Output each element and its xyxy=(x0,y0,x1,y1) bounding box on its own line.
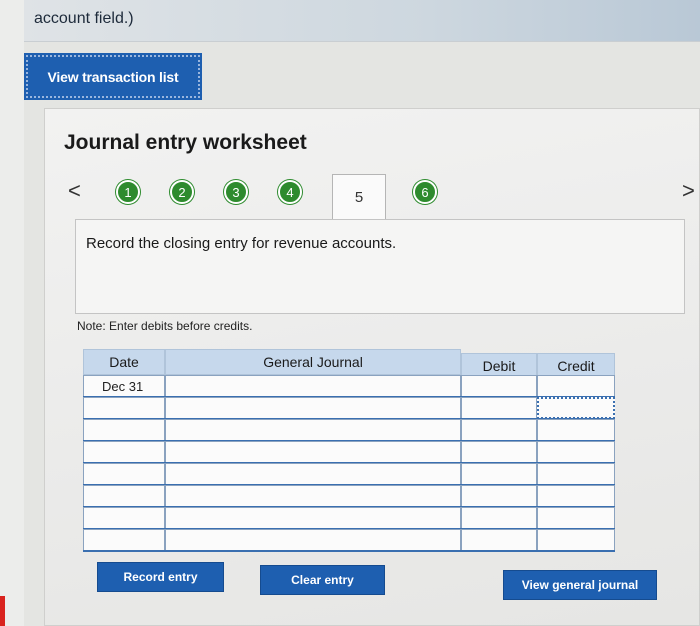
left-marker xyxy=(0,596,5,626)
debit-input[interactable] xyxy=(461,375,537,397)
note-text: Note: Enter debits before credits. xyxy=(77,319,253,333)
account-input[interactable] xyxy=(165,507,461,529)
instructions-strip: account field.) xyxy=(24,0,700,42)
date-cell[interactable]: Dec 31 xyxy=(83,375,165,397)
record-entry-button[interactable]: Record entry xyxy=(97,562,224,592)
debit-input[interactable] xyxy=(461,441,537,463)
worksheet-title: Journal entry worksheet xyxy=(64,131,307,154)
account-input[interactable] xyxy=(165,397,461,419)
row-divider xyxy=(83,550,615,552)
credit-input[interactable] xyxy=(537,485,615,507)
credit-input[interactable] xyxy=(537,419,615,441)
account-input[interactable] xyxy=(165,375,461,397)
instruction-text: Record the closing entry for revenue acc… xyxy=(86,235,397,252)
step-4-button[interactable]: 4 xyxy=(278,180,302,204)
account-input[interactable] xyxy=(165,463,461,485)
date-cell[interactable] xyxy=(83,463,165,485)
debit-input[interactable] xyxy=(461,397,537,419)
view-general-journal-button[interactable]: View general journal xyxy=(503,570,657,600)
debit-input[interactable] xyxy=(461,485,537,507)
page-left-edge xyxy=(0,0,24,626)
date-cell[interactable] xyxy=(83,507,165,529)
journal-table: Date General Journal Debit Credit Dec 31 xyxy=(83,349,615,554)
instruction-box: Record the closing entry for revenue acc… xyxy=(75,219,685,314)
step-1-button[interactable]: 1 xyxy=(116,180,140,204)
clear-entry-button[interactable]: Clear entry xyxy=(260,565,385,595)
account-input[interactable] xyxy=(165,529,461,551)
date-cell[interactable] xyxy=(83,441,165,463)
account-input[interactable] xyxy=(165,485,461,507)
debit-input[interactable] xyxy=(461,529,537,551)
step-2-button[interactable]: 2 xyxy=(170,180,194,204)
next-arrow-icon[interactable]: > xyxy=(682,178,695,204)
debit-input[interactable] xyxy=(461,463,537,485)
account-input[interactable] xyxy=(165,419,461,441)
date-header: Date xyxy=(83,349,165,375)
instructions-text: account field.) xyxy=(34,10,134,27)
credit-input[interactable] xyxy=(537,507,615,529)
view-transaction-list-button[interactable]: View transaction list xyxy=(24,53,202,100)
credit-input[interactable] xyxy=(537,375,615,397)
step-5-tab-active[interactable]: 5 xyxy=(332,174,386,220)
date-cell[interactable] xyxy=(83,529,165,551)
debit-input[interactable] xyxy=(461,507,537,529)
step-3-button[interactable]: 3 xyxy=(224,180,248,204)
credit-input[interactable] xyxy=(537,397,615,419)
credit-input[interactable] xyxy=(537,463,615,485)
credit-input[interactable] xyxy=(537,441,615,463)
debit-input[interactable] xyxy=(461,419,537,441)
step-6-button[interactable]: 6 xyxy=(413,180,437,204)
general-journal-header: General Journal xyxy=(165,349,461,375)
date-cell[interactable] xyxy=(83,485,165,507)
date-cell[interactable] xyxy=(83,397,165,419)
account-input[interactable] xyxy=(165,441,461,463)
credit-input[interactable] xyxy=(537,529,615,551)
previous-arrow-icon[interactable]: < xyxy=(68,178,81,204)
date-cell[interactable] xyxy=(83,419,165,441)
